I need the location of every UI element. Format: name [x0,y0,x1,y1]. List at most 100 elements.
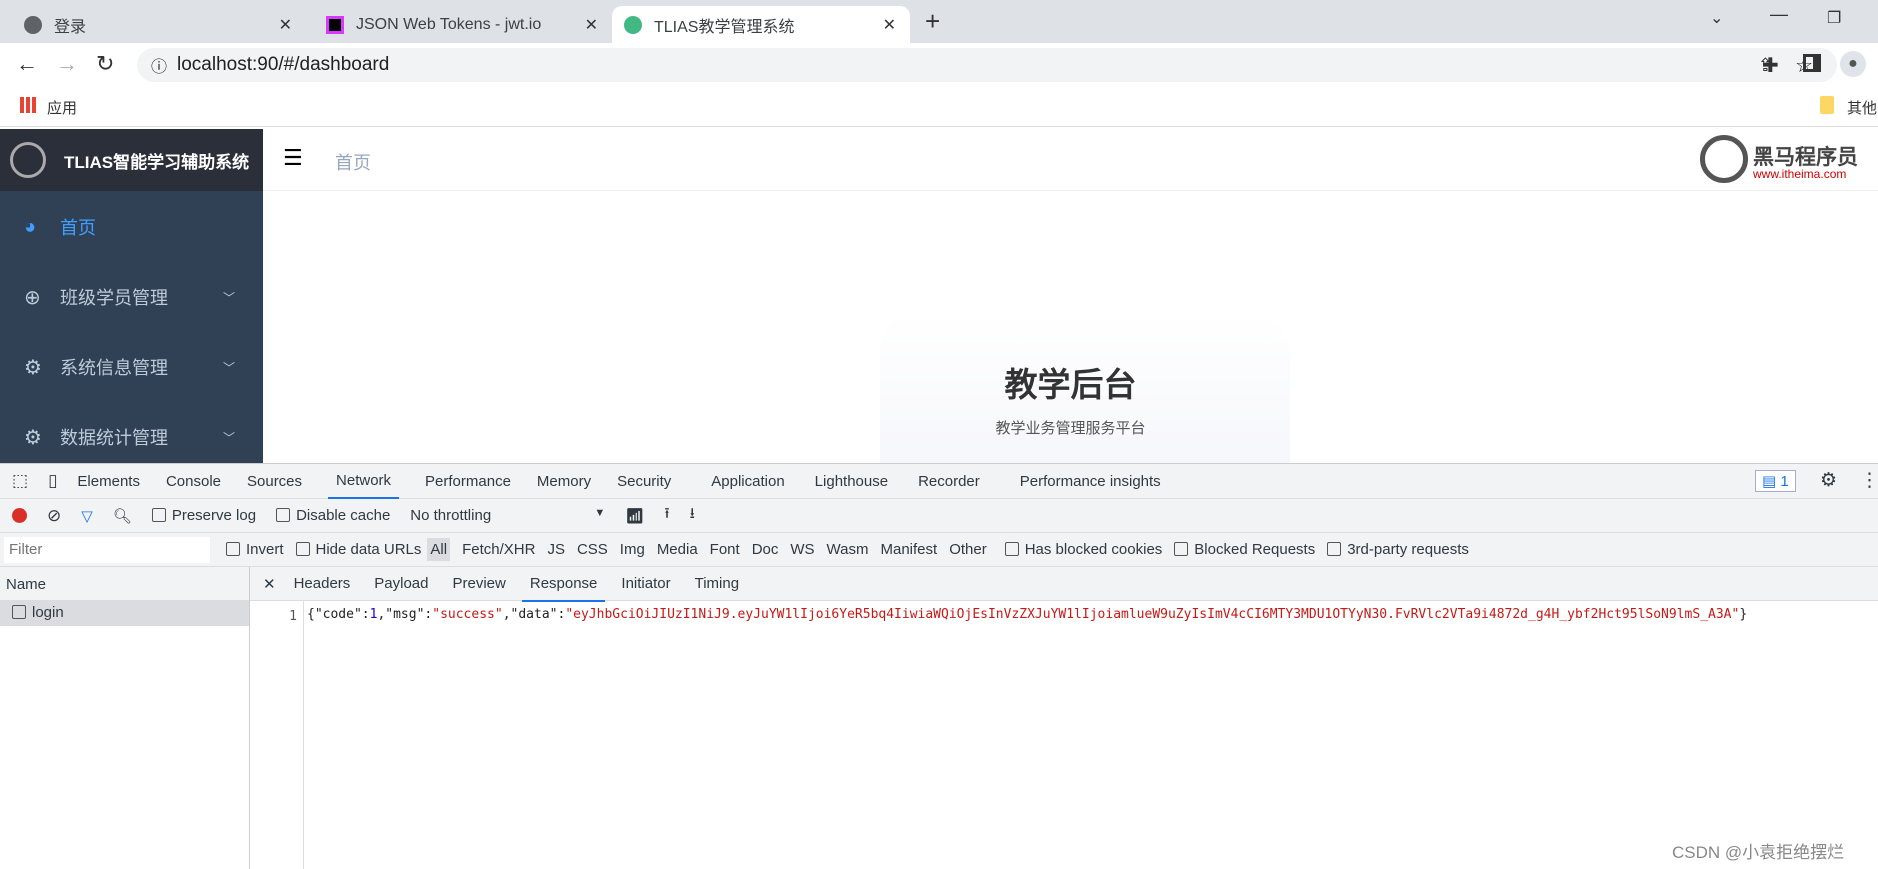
tab-console[interactable]: Console [166,473,221,490]
blocked-requests-checkbox[interactable]: Blocked Requests [1174,541,1315,558]
request-row-login[interactable]: login [0,601,249,626]
json-punct: {"code": [307,607,370,622]
inspect-icon[interactable]: ⬚ [12,471,28,491]
menu-item-stats[interactable]: ⚙ 数据统计管理 ﹀ [0,407,263,467]
json-punct: ,"msg": [377,607,433,622]
device-icon[interactable]: ▯ [48,471,57,491]
jwt-icon [326,15,344,34]
filter-img[interactable]: Img [620,541,645,558]
close-icon[interactable]: ✕ [883,15,896,35]
bookmark-apps[interactable]: 应用 [47,97,77,118]
filter-fetch-xhr[interactable]: Fetch/XHR [462,541,535,558]
url-input[interactable]: ⓘ localhost:90/#/dashboard ⇪ ☆ [137,48,1837,82]
new-tab-button[interactable]: + [925,6,940,37]
folder-icon [1820,96,1834,114]
bookmark-other[interactable]: 其他 [1847,97,1877,118]
tab-search-icon[interactable]: ⌄ [1710,8,1723,28]
tab-sources[interactable]: Sources [247,473,302,490]
menu-item-home[interactable]: ◕ 首页 [0,197,263,257]
record-icon[interactable] [12,508,27,523]
close-icon[interactable]: ✕ [585,15,598,35]
app-title: TLIAS智能学习辅助系统 [64,152,250,172]
filter-doc[interactable]: Doc [752,541,779,558]
tab-jwt[interactable]: JSON Web Tokens - jwt.io ✕ [314,6,612,43]
close-detail-icon[interactable]: ✕ [263,575,276,593]
filter-font[interactable]: Font [710,541,740,558]
filter-wasm[interactable]: Wasm [827,541,869,558]
tab-timing[interactable]: Timing [695,575,739,592]
chevron-down-icon: ﹀ [222,290,235,305]
forward-icon[interactable]: → [56,51,78,77]
throttling-select[interactable]: No throttling ▼ [410,507,605,524]
tab-lighthouse[interactable]: Lighthouse [815,473,888,490]
tab-login[interactable]: 登录 ✕ [12,6,306,43]
tab-elements[interactable]: Elements [77,473,140,490]
disable-cache-checkbox[interactable]: Disable cache [276,507,390,524]
hide-data-urls-label: Hide data URLs [315,541,422,558]
filter-media[interactable]: Media [657,541,698,558]
tab-recorder[interactable]: Recorder [918,473,980,490]
tab-performance-insights[interactable]: Performance insights [1020,473,1161,490]
settings-icon[interactable]: ⚙ [1820,469,1837,492]
hamburger-icon[interactable]: ☰ [283,145,303,171]
json-msg-value: "success" [432,607,503,622]
menu-item-system[interactable]: ⚙ 系统信息管理 ﹀ [0,337,263,397]
bookmarks-bar: 应用 其他 [0,87,1878,127]
tab-response[interactable]: Response [521,566,606,602]
throttling-value: No throttling [410,507,492,524]
chevron-down-icon: ﹀ [222,360,235,375]
close-icon[interactable]: ✕ [279,15,292,35]
minimize-icon[interactable]: — [1770,4,1788,25]
import-icon[interactable]: ⭱ [664,503,669,528]
tab-initiator[interactable]: Initiator [621,575,670,592]
filter-icon[interactable]: ▽ [81,507,93,525]
has-blocked-cookies-checkbox[interactable]: Has blocked cookies [1004,541,1162,558]
menu-item-class[interactable]: ⊕ 班级学员管理 ﹀ [0,267,263,327]
third-party-checkbox[interactable]: 3rd-party requests [1327,541,1469,558]
tab-network[interactable]: Network [328,463,400,499]
url-text: localhost:90/#/dashboard [177,54,390,75]
tab-payload[interactable]: Payload [374,575,428,592]
network-conditions-icon[interactable]: 📶︎ [625,507,644,525]
tab-tlias[interactable]: TLIAS教学管理系统 ✕ [612,6,910,43]
hero-subtitle: 教学业务管理服务平台 [995,420,1146,437]
filter-css[interactable]: CSS [577,541,608,558]
tab-headers[interactable]: Headers [294,575,351,592]
clear-icon[interactable]: ⊘ [47,506,61,526]
tab-preview[interactable]: Preview [453,575,506,592]
invert-label: Invert [246,541,284,558]
search-icon[interactable]: 🔍︎ [113,507,132,525]
preserve-log-checkbox[interactable]: Preserve log [151,507,256,524]
tab-application[interactable]: Application [711,473,784,490]
filter-all[interactable]: All [427,538,451,561]
filter-other[interactable]: Other [949,541,987,558]
brand-logo-icon [1700,135,1748,183]
tab-memory[interactable]: Memory [537,473,591,490]
restore-icon[interactable]: ❐ [1827,8,1841,28]
name-column-header[interactable]: Name [0,567,249,601]
filter-js[interactable]: JS [547,541,565,558]
more-icon[interactable]: ⋮ [1860,469,1878,492]
profile-icon[interactable]: ● [1840,51,1866,77]
extensions-icon[interactable]: ✚ [1762,53,1779,78]
hide-data-urls-checkbox[interactable]: Hide data URLs [295,541,422,558]
tab-performance[interactable]: Performance [425,473,511,490]
menu-label: 班级学员管理 [60,288,168,308]
reload-icon[interactable]: ↻ [96,51,114,77]
request-list: Name login [0,567,250,869]
json-punct: ,"data": [502,607,566,622]
app-header: ☰ 首页 黑马程序员 www.itheima.com [263,129,1878,191]
issues-badge[interactable]: ▤ 1 [1755,470,1796,492]
export-icon[interactable]: ⭳ [690,503,695,528]
watermark: CSDN @小袁拒绝摆烂 [1672,843,1845,862]
side-panel-icon[interactable] [1803,54,1821,72]
response-body[interactable]: {"code":1,"msg":"success","data":"eyJhbG… [307,607,1747,622]
filter-ws[interactable]: WS [790,541,814,558]
filter-input[interactable] [4,536,210,563]
back-icon[interactable]: ← [16,51,38,77]
line-number: 1 [289,609,297,624]
invert-checkbox[interactable]: Invert [226,541,284,558]
tab-security[interactable]: Security [617,473,671,490]
filter-manifest[interactable]: Manifest [881,541,938,558]
label: Blocked Requests [1194,541,1316,558]
